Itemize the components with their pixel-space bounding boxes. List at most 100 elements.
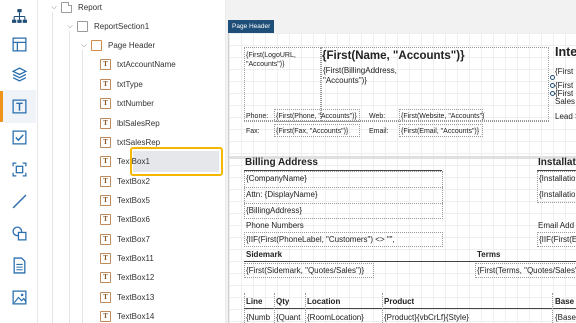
- inte-heading[interactable]: Inte: [555, 46, 576, 59]
- report-explorer-tree: ⌵ Report ⌵ ReportSection1 ⌵ Page Header …: [38, 0, 226, 323]
- column-header-line[interactable]: Line: [246, 297, 262, 307]
- resize-handle[interactable]: [550, 83, 555, 88]
- tree-item-txtaccountname[interactable]: TtxtAccountName: [38, 55, 225, 74]
- shapes-icon[interactable]: [3, 217, 36, 250]
- table-row-quantity[interactable]: {Quant: [276, 313, 305, 323]
- tree-item-textbox11[interactable]: T TextBox11: [38, 249, 225, 268]
- billing-address-value[interactable]: {BillingAddress}: [246, 206, 302, 216]
- section-rule: [244, 261, 576, 262]
- tree-item-textbox7[interactable]: T TextBox7: [38, 230, 225, 249]
- tree-item-label: txtAccountName: [117, 60, 176, 69]
- table-column-divider: [305, 293, 306, 323]
- phone-label[interactable]: Phone:: [246, 112, 268, 121]
- phone-numbers-label[interactable]: Phone Numbers: [246, 221, 304, 231]
- attn-field[interactable]: Attn: {DisplayName}: [246, 190, 318, 200]
- layers-icon[interactable]: [3, 58, 36, 91]
- page-header-tab[interactable]: Page Header: [228, 20, 275, 33]
- tree-item-textbox2[interactable]: T TextBox2: [38, 172, 225, 191]
- image-placeholder-icon[interactable]: [3, 153, 36, 186]
- textbox-item-icon: T: [100, 156, 111, 167]
- tree-item-report[interactable]: ⌵ Report: [38, 0, 225, 17]
- tree-item-textbox14[interactable]: T TextBox14: [38, 307, 225, 323]
- resize-handle[interactable]: [550, 91, 555, 96]
- header-first-field-1[interactable]: {First: [555, 67, 573, 77]
- table-row-product[interactable]: {Product}{vbCrLf}{Style}: [384, 313, 469, 323]
- email-iif-field[interactable]: {IIF(First(E: [539, 235, 576, 245]
- column-header-qty[interactable]: Qty: [276, 297, 289, 307]
- textbox-item-icon: T: [100, 79, 111, 90]
- tree-item-label: txtSalesRep: [117, 138, 161, 147]
- tree-item-page-header[interactable]: ⌵ Page Header: [38, 36, 225, 55]
- phone-field[interactable]: {First(Phone, "Accounts")}: [276, 112, 360, 121]
- report-page[interactable]: {First(LogoURL, "Accounts")} {First(Name…: [228, 33, 576, 323]
- tree-item-label: TextBox5: [117, 196, 150, 205]
- page-header-icon: [91, 40, 102, 51]
- textbox-item-icon: T: [100, 214, 111, 225]
- tree-item-label: Page Header: [108, 41, 156, 50]
- tree-item-reportsection1[interactable]: ⌵ ReportSection1: [38, 17, 225, 36]
- resize-handle[interactable]: [550, 75, 555, 80]
- divider: [244, 203, 443, 204]
- tool-sidebar: [0, 0, 38, 323]
- terms-field[interactable]: {First(Terms, "Quotes/Sales": [477, 266, 576, 276]
- tree-item-label: txtType: [117, 80, 143, 89]
- tree-item-textbox6[interactable]: T TextBox6: [38, 210, 225, 229]
- column-header-location[interactable]: Location: [307, 297, 340, 307]
- table-column-divider: [552, 293, 553, 323]
- installation-field-1[interactable]: {Installatio: [539, 174, 575, 184]
- tree-item-txtnumber[interactable]: TtxtNumber: [38, 94, 225, 113]
- picture-icon[interactable]: [3, 281, 36, 314]
- column-header-product[interactable]: Product: [384, 297, 414, 307]
- table-row-room-location[interactable]: {RoomLocation}: [307, 313, 364, 323]
- web-field[interactable]: {First(Website, "Accounts")}: [401, 112, 485, 121]
- section-icon: [77, 21, 88, 32]
- layout-icon[interactable]: [3, 28, 36, 61]
- billing-address-field[interactable]: {First(BillingAddress, "Accounts")}: [323, 66, 423, 86]
- web-label[interactable]: Web:: [369, 112, 385, 121]
- chevron-down-icon[interactable]: ⌵: [50, 4, 58, 12]
- installation-field-2[interactable]: {Installatio: [539, 190, 575, 200]
- sidemark-label[interactable]: Sidemark: [246, 250, 282, 260]
- terms-label[interactable]: Terms: [477, 250, 500, 260]
- sales-label[interactable]: Sales: [555, 97, 575, 107]
- textbox-item-icon: T: [100, 195, 111, 206]
- tree-item-textbox5[interactable]: T TextBox5: [38, 191, 225, 210]
- checkbox-icon[interactable]: [3, 121, 36, 154]
- tree-item-label: TextBox2: [117, 177, 150, 186]
- email-address-label[interactable]: Email Add: [538, 221, 574, 231]
- table-row-base[interactable]: {Base: [555, 313, 576, 323]
- chevron-down-icon[interactable]: ⌵: [66, 23, 74, 31]
- column-header-base[interactable]: Base: [555, 297, 574, 307]
- report-design-canvas[interactable]: Page Header {First(LogoURL, "Accounts")}…: [226, 0, 576, 323]
- tree-item-txttype[interactable]: TtxtType: [38, 75, 225, 94]
- billing-address-heading[interactable]: Billing Address: [245, 157, 318, 169]
- tree-item-lblsalesrep[interactable]: TlblSalesRep: [38, 114, 225, 133]
- tree-item-textbox12[interactable]: T TextBox12: [38, 268, 225, 287]
- fax-label[interactable]: Fax:: [246, 127, 260, 136]
- tree-item-label: Report: [78, 3, 103, 12]
- tree-item-label: TextBox13: [117, 293, 155, 302]
- tree-item-label: TextBox11: [117, 254, 154, 263]
- email-label[interactable]: Email:: [369, 127, 388, 136]
- tree-item-textbox13[interactable]: T TextBox13: [38, 288, 225, 307]
- fax-field[interactable]: {First(Fax, "Accounts")}: [276, 127, 360, 136]
- account-name-field[interactable]: {First(Name, "Accounts")}: [322, 50, 548, 63]
- tree-item-label: TextBox7: [117, 235, 150, 244]
- company-name-field[interactable]: {CompanyName}: [246, 174, 307, 184]
- textbox-item-icon: T: [100, 176, 111, 187]
- line-icon[interactable]: [3, 185, 36, 218]
- textbox-item-icon: T: [100, 272, 111, 283]
- email-field[interactable]: {First(Email, "Accounts")}: [401, 127, 485, 136]
- document-icon[interactable]: [3, 249, 36, 282]
- textbox-item-icon: T: [100, 59, 111, 70]
- sidemark-field[interactable]: {First(Sidemark, "Quotes/Sales")}: [246, 266, 364, 276]
- logo-url-field[interactable]: {First(LogoURL, "Accounts")}: [246, 51, 319, 69]
- phone-iif-field[interactable]: {IIF(First(PhoneLabel, "Customers") <> "…: [246, 235, 441, 245]
- chevron-down-icon[interactable]: ⌵: [80, 42, 88, 50]
- installation-heading[interactable]: Installatio: [538, 157, 576, 169]
- table-row-number[interactable]: {Numb: [246, 313, 274, 323]
- textbox-item-icon: T: [100, 253, 111, 264]
- textbox-item-icon: T: [100, 311, 111, 322]
- textbox-icon[interactable]: [3, 90, 36, 123]
- lead-source-label[interactable]: Lead S: [555, 112, 576, 122]
